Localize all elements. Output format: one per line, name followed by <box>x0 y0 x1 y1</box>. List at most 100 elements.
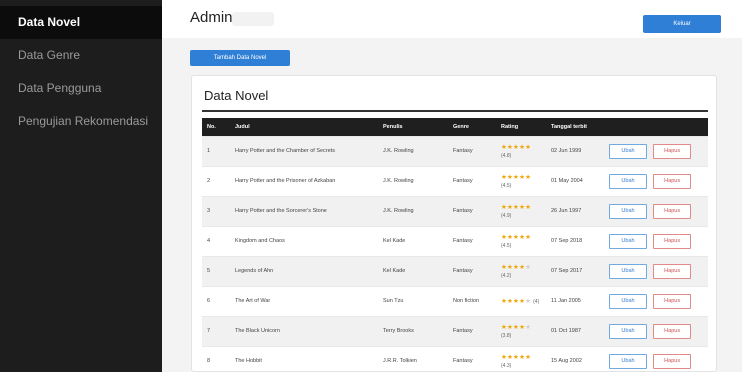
cell-actions: Ubah Hapus <box>604 165 708 196</box>
cell-rating: ★★★★★ (4.8) <box>496 135 546 166</box>
table-row: 7 The Black Unicorn Terry Brooks Fantasy ★★★… <box>202 315 708 346</box>
rating-value: (4.5) <box>501 183 512 189</box>
cell-author: Kel Kade <box>378 255 448 286</box>
star-rating-icon: ★★★★★ <box>501 354 532 362</box>
sidebar-item-data-novel[interactable]: Data Novel <box>0 6 162 39</box>
delete-button[interactable]: Hapus <box>653 323 692 339</box>
cell-genre: Fantasy <box>448 315 496 346</box>
cell-rating: ★★★★★ (3.8) <box>496 315 546 346</box>
table-row: 5 Legends of Ahn Kel Kade Fantasy ★★★★★ (4.2)… <box>202 255 708 286</box>
col-header-actions <box>604 118 708 136</box>
table-row: 8 The Hobbit J.R.R. Tolkien Fantasy ★★★★★ (4.… <box>202 345 708 371</box>
logout-button[interactable]: Keluar <box>643 15 721 33</box>
cell-rating: ★★★★★ (4.2) <box>496 255 546 286</box>
edit-button[interactable]: Ubah <box>609 233 647 249</box>
title-divider <box>202 110 708 112</box>
card-title: Data Novel <box>204 88 269 103</box>
cell-date: 01 Oct 1987 <box>546 315 604 346</box>
cell-date: 15 Aug 2002 <box>546 345 604 371</box>
cell-date: 07 Sep 2018 <box>546 225 604 256</box>
cell-genre: Fantasy <box>448 165 496 196</box>
top-bar: Admin Keluar <box>162 0 742 38</box>
cell-author: Sun Tzu <box>378 285 448 316</box>
delete-button[interactable]: Hapus <box>653 203 692 219</box>
cell-no: 7 <box>202 315 230 346</box>
cell-author: Terry Brooks <box>378 315 448 346</box>
cell-genre: Fantasy <box>448 135 496 166</box>
rating-value: (3.8) <box>501 333 512 339</box>
col-header-tanggal-terbit: Tanggal terbit <box>546 118 604 136</box>
rating-value: (4.9) <box>501 213 512 219</box>
table-row: 1 Harry Potter and the Chamber of Secrets… <box>202 135 708 166</box>
delete-button[interactable]: Hapus <box>653 173 692 189</box>
sidebar: Data Novel Data Genre Data Pengguna Peng… <box>0 0 162 372</box>
cell-no: 1 <box>202 135 230 166</box>
cell-rating: ★★★★★ (4.5) <box>496 165 546 196</box>
edit-button[interactable]: Ubah <box>609 323 647 339</box>
add-novel-button[interactable]: Tambah Data Novel <box>190 50 290 66</box>
rating-value: (4.2) <box>501 273 512 279</box>
star-rating-icon: ★★★★★ <box>501 298 532 305</box>
star-rating-icon: ★★★★★ <box>501 204 532 211</box>
main-area: Admin Keluar Tambah Data Novel Data Nove… <box>162 0 742 372</box>
cell-date: 11 Jan 2005 <box>546 285 604 316</box>
cell-actions: Ubah Hapus <box>604 135 708 166</box>
cell-genre: Fantasy <box>448 225 496 256</box>
edit-button[interactable]: Ubah <box>609 353 647 369</box>
edit-button[interactable]: Ubah <box>609 173 647 189</box>
table-header-row: No. Judul Penulis Genre Rating Tanggal t… <box>202 118 708 136</box>
cell-actions: Ubah Hapus <box>604 345 708 371</box>
cell-genre: Fantasy <box>448 195 496 226</box>
star-rating-icon: ★★★★★ <box>501 234 532 241</box>
sidebar-item-data-genre[interactable]: Data Genre <box>0 39 162 72</box>
table-row: 6 The Art of War Sun Tzu Non fiction ★★★★★ (4… <box>202 285 708 316</box>
star-rating-icon: ★★★★★ <box>501 144 532 151</box>
rating-value: (4.8) <box>501 153 512 159</box>
edit-button[interactable]: Ubah <box>609 293 647 309</box>
delete-button[interactable]: Hapus <box>653 233 692 249</box>
rating-value: (4.3) <box>501 363 512 370</box>
cell-title: Harry Potter and the Prisoner of Azkaban <box>230 165 378 196</box>
edit-button[interactable]: Ubah <box>609 263 647 279</box>
cell-title: The Hobbit <box>230 345 378 371</box>
cell-rating: ★★★★★ (4.9) <box>496 195 546 226</box>
cell-actions: Ubah Hapus <box>604 195 708 226</box>
cell-genre: Fantasy <box>448 255 496 286</box>
page-title: Admin <box>190 9 233 26</box>
star-rating-icon: ★★★★★ <box>501 324 532 331</box>
cell-title: Harry Potter and the Chamber of Secrets <box>230 135 378 166</box>
cell-no: 8 <box>202 345 230 371</box>
table-body: 1 Harry Potter and the Chamber of Secrets… <box>202 135 708 371</box>
cell-title: The Black Unicorn <box>230 315 378 346</box>
cell-genre: Fantasy <box>448 345 496 371</box>
edit-button[interactable]: Ubah <box>609 203 647 219</box>
col-header-penulis: Penulis <box>378 118 448 136</box>
delete-button[interactable]: Hapus <box>653 143 692 159</box>
cell-rating: ★★★★★ (4) <box>496 285 546 316</box>
cell-genre: Non fiction <box>448 285 496 316</box>
col-header-judul: Judul <box>230 118 378 136</box>
rating-value: (4) <box>533 299 540 305</box>
cell-date: 01 May 2004 <box>546 165 604 196</box>
sidebar-item-pengujian-rekomendasi[interactable]: Pengujian Rekomendasi <box>0 105 162 138</box>
cell-no: 3 <box>202 195 230 226</box>
delete-button[interactable]: Hapus <box>653 263 692 279</box>
cell-actions: Ubah Hapus <box>604 225 708 256</box>
delete-button[interactable]: Hapus <box>653 353 692 369</box>
sidebar-item-data-pengguna[interactable]: Data Pengguna <box>0 72 162 105</box>
edit-button[interactable]: Ubah <box>609 143 647 159</box>
cell-date: 26 Jun 1997 <box>546 195 604 226</box>
delete-button[interactable]: Hapus <box>653 293 692 309</box>
cell-author: Kel Kade <box>378 225 448 256</box>
col-header-no: No. <box>202 118 230 136</box>
cell-title: Legends of Ahn <box>230 255 378 286</box>
cell-rating: ★★★★★ (4.3) <box>496 345 546 371</box>
cell-rating: ★★★★★ (4.5) <box>496 225 546 256</box>
novel-table: No. Judul Penulis Genre Rating Tanggal t… <box>202 118 708 371</box>
cell-actions: Ubah Hapus <box>604 315 708 346</box>
table-row: 3 Harry Potter and the Sorcerer's Stone J.… <box>202 195 708 226</box>
cell-title: Harry Potter and the Sorcerer's Stone <box>230 195 378 226</box>
cell-date: 02 Jun 1999 <box>546 135 604 166</box>
cell-no: 2 <box>202 165 230 196</box>
col-header-genre: Genre <box>448 118 496 136</box>
